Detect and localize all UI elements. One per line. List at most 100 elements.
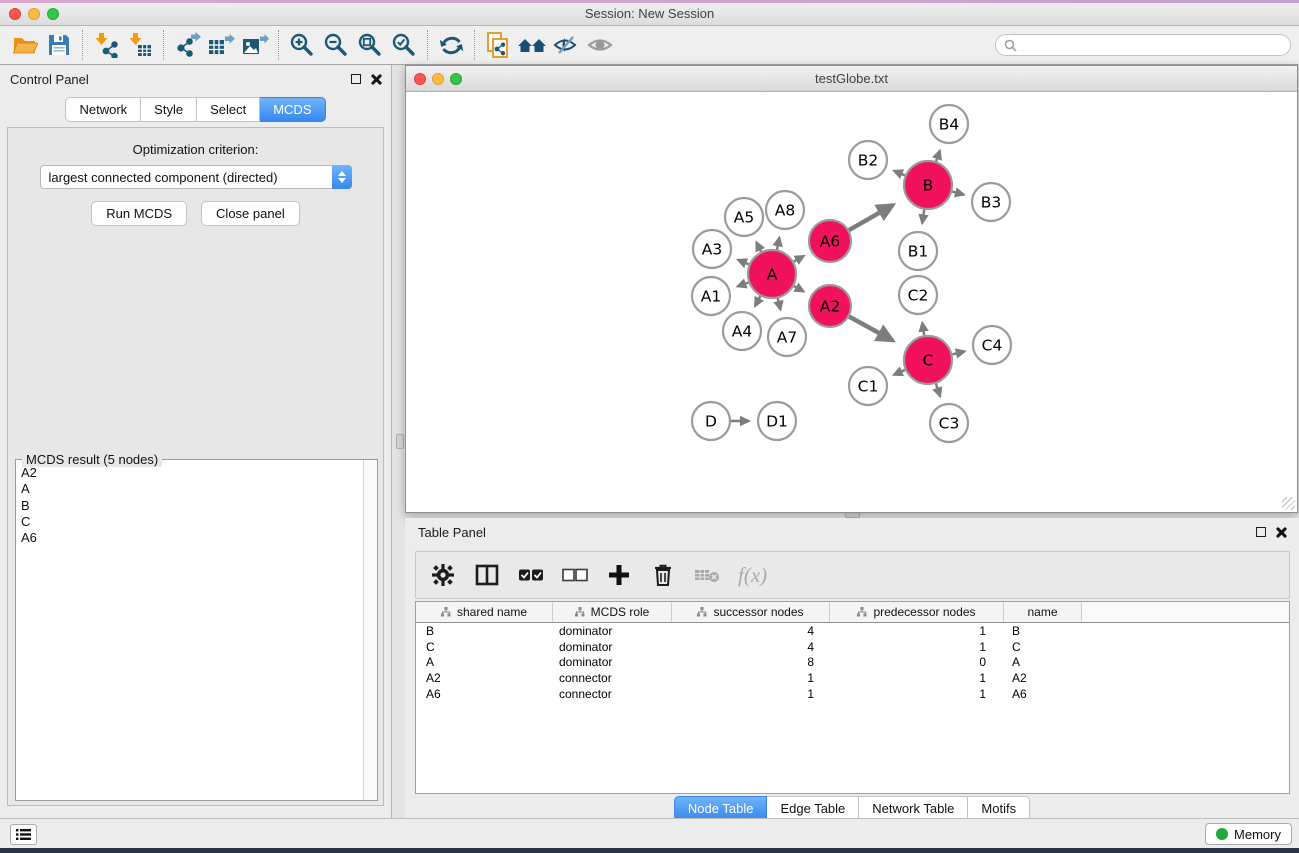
table-cell[interactable]: A6 — [1004, 687, 1082, 701]
network-canvas[interactable]: B4B2BB3A8A5A6A3B1AC2A1A2A4A7C4CC1DD1C3 — [406, 92, 1297, 512]
graph-edge[interactable] — [849, 205, 893, 230]
table-row[interactable]: A2connector11A2 — [416, 670, 1289, 686]
graph-edge[interactable] — [922, 210, 924, 224]
graph-edge[interactable] — [922, 323, 924, 336]
mcds-result-item[interactable]: B — [21, 498, 358, 514]
table-cell[interactable]: 1 — [830, 687, 1004, 701]
mcds-result-list[interactable]: A2ABCA6 — [17, 463, 362, 799]
zoom-window-button[interactable] — [47, 8, 59, 20]
add-column-icon[interactable] — [606, 562, 632, 588]
show-all-icon[interactable] — [583, 30, 617, 60]
minimize-window-button[interactable] — [28, 8, 40, 20]
graph-edge[interactable] — [737, 282, 748, 286]
float-panel-icon[interactable] — [351, 74, 361, 84]
graph-edge[interactable] — [894, 370, 905, 375]
tab-mcds[interactable]: MCDS — [260, 97, 325, 122]
graph-edge[interactable] — [756, 242, 761, 251]
run-mcds-button[interactable]: Run MCDS — [91, 201, 187, 226]
table-cell[interactable]: A6 — [416, 687, 553, 701]
table-cell[interactable]: A2 — [1004, 671, 1082, 685]
delete-column-icon[interactable] — [650, 562, 676, 588]
table-cell[interactable]: 1 — [672, 687, 830, 701]
graph-edge[interactable] — [777, 237, 779, 249]
network-zoom-button[interactable] — [450, 73, 462, 85]
zoom-in-icon[interactable] — [285, 30, 319, 60]
table-cell[interactable]: C — [416, 640, 553, 654]
column-header-mcds-role[interactable]: MCDS role — [553, 602, 672, 622]
close-table-panel-icon[interactable] — [1275, 527, 1286, 538]
open-session-icon[interactable] — [8, 30, 42, 60]
tab-select[interactable]: Select — [197, 97, 260, 122]
table-cell[interactable]: connector — [553, 671, 672, 685]
mcds-result-item[interactable]: A — [21, 481, 358, 497]
network-minimize-button[interactable] — [432, 73, 444, 85]
table-cell[interactable]: dominator — [553, 624, 672, 638]
deselect-all-columns-icon[interactable] — [562, 562, 588, 588]
select-all-columns-icon[interactable] — [518, 562, 544, 588]
zoom-fit-icon[interactable] — [353, 30, 387, 60]
optimization-criterion-select[interactable]: largest connected component (directed) — [40, 165, 352, 189]
mcds-result-scrollbar[interactable] — [363, 460, 377, 800]
close-panel-button[interactable]: Close panel — [201, 201, 300, 226]
table-row[interactable]: Bdominator41B — [416, 623, 1289, 639]
close-panel-icon[interactable] — [370, 74, 381, 85]
show-status-dialog-button[interactable] — [10, 824, 37, 845]
table-cell[interactable]: 4 — [672, 624, 830, 638]
search-input[interactable] — [1022, 38, 1282, 52]
table-cell[interactable]: B — [416, 624, 553, 638]
import-table-icon[interactable] — [123, 30, 157, 60]
graph-edge[interactable] — [794, 256, 804, 262]
column-header-shared-name[interactable]: shared name — [416, 602, 553, 622]
table-cell[interactable]: dominator — [553, 655, 672, 669]
table-cell[interactable]: 8 — [672, 655, 830, 669]
graph-edge[interactable] — [894, 171, 905, 176]
table-cell[interactable]: B — [1004, 624, 1082, 638]
float-table-panel-icon[interactable] — [1256, 527, 1266, 537]
table-cell[interactable]: 1 — [830, 624, 1004, 638]
graph-edge[interactable] — [794, 286, 804, 291]
table-row[interactable]: A6connector11A6 — [416, 686, 1289, 702]
table-cell[interactable]: 0 — [830, 655, 1004, 669]
table-row[interactable]: Adominator80A — [416, 654, 1289, 670]
window-resize-grip[interactable] — [1282, 497, 1295, 510]
network-window-titlebar[interactable]: testGlobe.txt — [406, 66, 1297, 92]
graph-edge[interactable] — [738, 260, 749, 265]
mcds-result-item[interactable]: A2 — [21, 465, 358, 481]
table-cell[interactable]: 1 — [830, 640, 1004, 654]
tab-network[interactable]: Network — [65, 97, 141, 122]
graph-edge[interactable] — [952, 192, 964, 195]
column-header-name[interactable]: name — [1004, 602, 1082, 622]
table-cell[interactable]: A — [1004, 655, 1082, 669]
table-cell[interactable]: 4 — [672, 640, 830, 654]
graph-edge[interactable] — [936, 384, 940, 397]
graph-edge[interactable] — [778, 298, 781, 309]
first-neighbors-icon[interactable] — [515, 30, 549, 60]
graph-edge[interactable] — [849, 317, 893, 341]
zoom-selected-icon[interactable] — [387, 30, 421, 60]
column-header-predecessor-nodes[interactable]: predecessor nodes — [830, 602, 1004, 622]
table-cell[interactable]: dominator — [553, 640, 672, 654]
apply-layout-icon[interactable] — [434, 30, 468, 60]
table-cell[interactable]: 1 — [672, 671, 830, 685]
export-network-icon[interactable] — [170, 30, 204, 60]
mcds-result-item[interactable]: C — [21, 514, 358, 530]
new-network-from-selection-icon[interactable] — [481, 30, 515, 60]
export-image-icon[interactable] — [238, 30, 272, 60]
graph-edge[interactable] — [936, 150, 940, 161]
zoom-out-icon[interactable] — [319, 30, 353, 60]
save-session-icon[interactable] — [42, 30, 76, 60]
table-cell[interactable]: C — [1004, 640, 1082, 654]
close-window-button[interactable] — [9, 8, 21, 20]
table-row[interactable]: Cdominator41C — [416, 639, 1289, 655]
table-cell[interactable]: 1 — [830, 671, 1004, 685]
hide-selected-icon[interactable] — [549, 30, 583, 60]
export-table-icon[interactable] — [204, 30, 238, 60]
search-box[interactable] — [995, 34, 1291, 56]
table-cell[interactable]: A — [416, 655, 553, 669]
graph-edge[interactable] — [755, 296, 760, 306]
network-close-button[interactable] — [414, 73, 426, 85]
graph-edge[interactable] — [952, 351, 964, 354]
vertical-splitter-grip[interactable] — [396, 434, 404, 449]
memory-button[interactable]: Memory — [1205, 823, 1292, 845]
column-header-successor-nodes[interactable]: successor nodes — [672, 602, 830, 622]
